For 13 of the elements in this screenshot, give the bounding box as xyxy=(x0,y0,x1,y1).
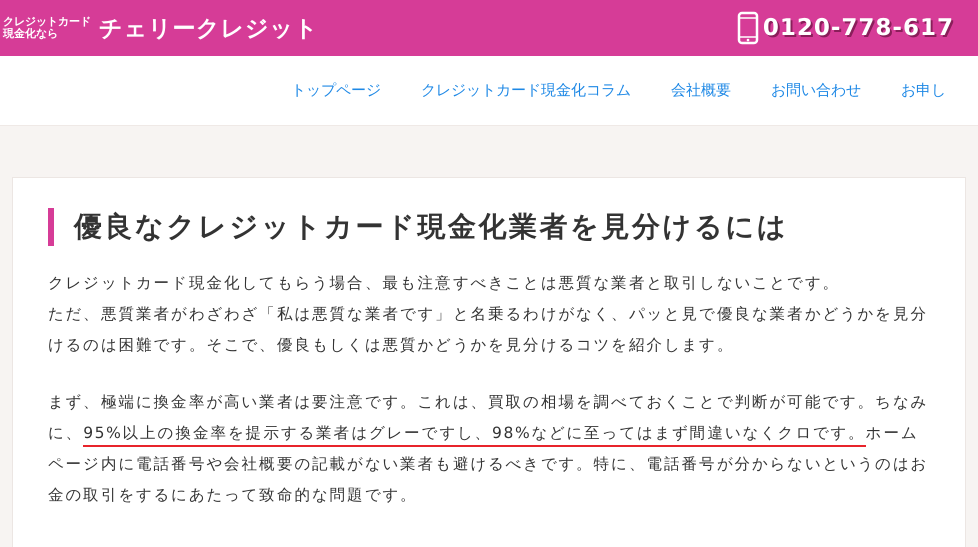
nav-link[interactable]: 会社概要 xyxy=(671,81,731,100)
nav-link[interactable]: トップページ xyxy=(291,81,381,100)
phone-number[interactable]: 0120-778-617 xyxy=(762,15,954,41)
logo-tagline: クレジットカード 現金化なら xyxy=(3,16,91,40)
nav-link[interactable]: クレジットカード現金化コラム xyxy=(421,81,631,100)
smartphone-icon xyxy=(736,11,759,45)
paragraph: ただ、悪質業者がわざわざ「私は悪質な業者です」と名乗るわけがなく、パッと見で優良な業者かどうかを見分けるのは困難です。そこで、優良もしくは悪質かどうかを見分けるコツを紹介します。 xyxy=(48,304,929,356)
article-heading: 優良なクレジットカード現金化業者を見分けるには xyxy=(48,208,930,246)
paragraph: まず、極端に換金率が高い業者は要注意です。これは、買取の相場を調べておくことで判断が可能です。ちなみに、95%以上の換金率を提示する業者はグレーですし、98%などに至ってはまず間違いなくクロです。ホームページ内に電話番号や会社概要の記載がない業者も避けるべきです。特に、電話番号が分からないというのはお金の取引をするにあたって致命的な問題です。 xyxy=(48,392,929,506)
nav-link[interactable]: お問い合わせ xyxy=(771,81,861,100)
nav-link[interactable]: お申し xyxy=(901,81,946,100)
paragraph: クレジットカード現金化してもらう場合、最も注意すべきことは悪質な業者と取引しないことです。 xyxy=(48,273,841,294)
site-name[interactable]: チェリークレジット xyxy=(99,12,318,44)
